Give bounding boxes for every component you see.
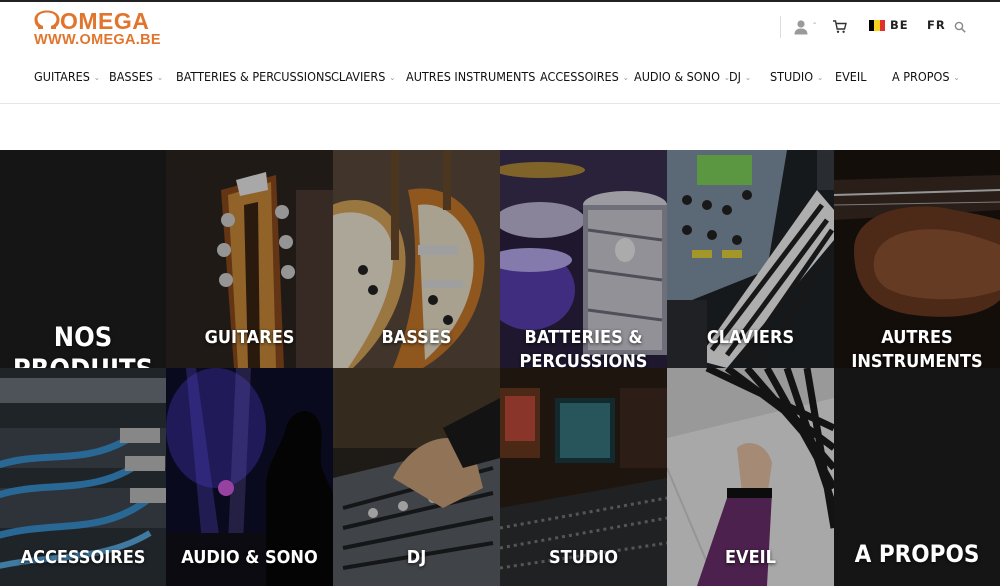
nav-label: AUTRES INSTRUMENTS [406, 69, 536, 84]
tile-accessoires[interactable]: ACCESSOIRES [0, 368, 166, 586]
chevron-down-icon: ⌄ [953, 73, 960, 82]
brand-url: WWW.OMEGA.BE [34, 32, 161, 48]
tile-label-line2: PERCUSSIONS [519, 351, 648, 368]
language-selector[interactable]: FR [927, 18, 946, 32]
tile-claviers[interactable]: CLAVIERS [667, 150, 834, 368]
header-tools: - BE FR [780, 16, 980, 38]
tile-eveil[interactable]: EVEIL [667, 368, 834, 586]
chevron-down-icon: ⌄ [156, 73, 163, 82]
nav-label: DJ [729, 69, 741, 84]
tile-label: CLAVIERS [706, 327, 795, 348]
nav-item-basses[interactable]: BASSES ⌄ [109, 69, 163, 84]
tile-label: EVEIL [724, 547, 776, 568]
tile-dj[interactable]: DJ [333, 368, 500, 586]
search-icon[interactable] [954, 21, 966, 33]
cart-icon[interactable] [832, 19, 847, 34]
tile-studio[interactable]: STUDIO [500, 368, 667, 586]
nav-label: CLAVIERS [331, 69, 386, 84]
nav-item-dj[interactable]: DJ ⌄ [729, 69, 751, 84]
brand-name: OMEGA [60, 8, 150, 34]
tile-label: GUITARES [204, 327, 295, 348]
nav-label: GUITARES [34, 69, 90, 84]
chevron-down-icon: ⌄ [389, 73, 396, 82]
nav-item-accessoires[interactable]: ACCESSOIRES ⌄ [540, 69, 629, 84]
country-selector[interactable]: BE [890, 18, 909, 32]
tile-label: NOS PRODUITS [13, 322, 153, 368]
nav-label: BASSES [109, 69, 153, 84]
tile-guitares[interactable]: GUITARES [166, 150, 333, 368]
product-category-grid: NOS PRODUITS GUITARES [0, 150, 1000, 586]
nav-item-guitares[interactable]: GUITARES ⌄ [34, 69, 100, 84]
main-navigation: GUITARES ⌄ BASSES ⌄ BATTERIES & PERCUSSION… [0, 62, 1000, 92]
tile-batteries-percussions[interactable]: BATTERIES & PERCUSSIONS [500, 150, 667, 368]
site-header: OMEGA WWW.OMEGA.BE - BE FR GUITARES ⌄ BAS… [0, 2, 1000, 104]
user-icon[interactable] [793, 19, 809, 35]
nav-label: EVEIL [835, 69, 867, 84]
user-menu-chevron[interactable]: - [813, 18, 816, 29]
nav-item-claviers[interactable]: CLAVIERS ⌄ [331, 69, 395, 84]
tile-label: BASSES [381, 327, 452, 348]
nav-item-autres-instruments[interactable]: AUTRES INSTRUMENTS ⌄ [406, 69, 545, 84]
tile-basses[interactable]: BASSES [333, 150, 500, 368]
tools-divider [780, 16, 781, 38]
nav-item-audio-sono[interactable]: AUDIO & SONO ⌄ [634, 69, 730, 84]
tile-label: STUDIO [548, 547, 619, 568]
belgium-flag-icon[interactable] [869, 20, 885, 31]
tile-a-propos[interactable]: A PROPOS [834, 368, 1000, 586]
chevron-down-icon: ⌄ [817, 73, 824, 82]
chevron-down-icon: ⌄ [744, 73, 752, 82]
tile-label: AUDIO & SONO [181, 547, 318, 568]
tile-autres-instruments[interactable]: AUTRES INSTRUMENTS [834, 150, 1000, 368]
tile-audio-sono[interactable]: AUDIO & SONO [166, 368, 333, 586]
nav-item-studio[interactable]: STUDIO ⌄ [770, 69, 823, 84]
tile-label: BATTERIES & [524, 327, 643, 348]
tile-label: A PROPOS [854, 540, 980, 568]
nav-item-a-propos[interactable]: A PROPOS ⌄ [892, 69, 960, 84]
chevron-down-icon: ⌄ [622, 73, 629, 82]
tile-label: DJ [406, 547, 427, 568]
omega-logo-icon [34, 10, 60, 29]
chevron-down-icon: ⌄ [93, 73, 100, 82]
nav-label: BATTERIES & PERCUSSIONS [176, 69, 332, 84]
tile-label: AUTRES INSTRUMENTS [851, 327, 983, 368]
nav-item-eveil[interactable]: EVEIL [835, 69, 866, 84]
nav-label: STUDIO [770, 69, 814, 84]
tile-nos-produits: NOS PRODUITS [0, 150, 166, 368]
nav-label: AUDIO & SONO [634, 69, 720, 84]
nav-label: ACCESSOIRES [540, 69, 619, 84]
nav-label: A PROPOS [892, 69, 950, 84]
nav-item-batteries-percussions[interactable]: BATTERIES & PERCUSSIONS ⌄ [176, 69, 342, 84]
tile-label: ACCESSOIRES [20, 547, 146, 568]
omega-logo[interactable]: OMEGA WWW.OMEGA.BE [34, 8, 174, 48]
